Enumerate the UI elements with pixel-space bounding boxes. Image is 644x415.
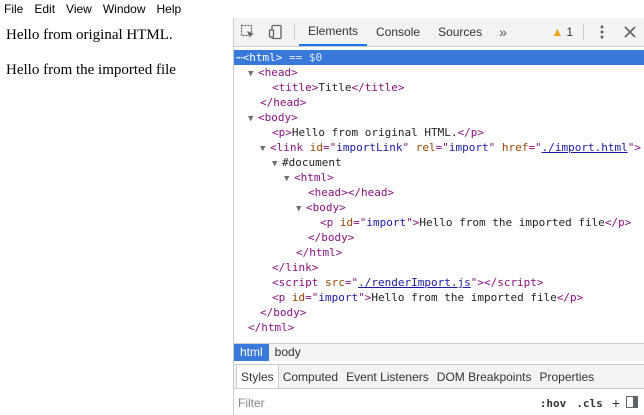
close-icon[interactable]: [616, 18, 644, 46]
page-paragraph-original: Hello from original HTML.: [6, 27, 173, 43]
tab-elements[interactable]: Elements: [299, 18, 368, 46]
tree-row-p-original[interactable]: <p>Hello from original HTML.</p>: [234, 125, 644, 140]
dom-tree: ⋯<html> == $0 ▼ <head> <title>Title</titl…: [234, 48, 644, 361]
toolbar-divider: [583, 24, 584, 40]
tab-console[interactable]: Console: [367, 18, 429, 46]
import-href-link[interactable]: ./import.html: [542, 141, 628, 154]
tree-row-import-html[interactable]: ▼ <html>: [234, 170, 644, 185]
tree-row-link[interactable]: ▼ <link id="importLink" rel="import" href…: [234, 140, 644, 155]
tab-sources[interactable]: Sources: [429, 18, 491, 46]
tab-event-listeners[interactable]: Event Listeners: [342, 365, 433, 388]
tab-dom-breakpoints[interactable]: DOM Breakpoints: [433, 365, 536, 388]
hov-toggle[interactable]: :hov: [535, 397, 572, 410]
device-toolbar-icon[interactable]: [262, 18, 290, 46]
styles-filter-input[interactable]: Filter: [234, 396, 535, 410]
styles-tabbar: Styles Computed Event Listeners DOM Brea…: [234, 364, 644, 389]
menu-help[interactable]: Help: [152, 0, 188, 18]
new-style-rule-icon[interactable]: +: [608, 395, 624, 411]
more-tabs-icon[interactable]: »: [491, 18, 515, 46]
tree-row-p-import[interactable]: <p id="import">Hello from the imported f…: [234, 290, 644, 305]
tree-row-body-close[interactable]: </body>: [234, 305, 644, 320]
crumb-body[interactable]: body: [269, 344, 307, 361]
warnings-counter[interactable]: ▲ 1: [545, 18, 579, 46]
page-paragraph-imported: Hello from the imported file: [6, 62, 176, 78]
tree-row-title[interactable]: <title>Title</title>: [234, 80, 644, 95]
cls-toggle[interactable]: .cls: [571, 397, 608, 410]
tab-computed[interactable]: Computed: [279, 365, 342, 388]
tab-styles[interactable]: Styles: [236, 365, 279, 388]
tab-properties[interactable]: Properties: [535, 365, 598, 388]
menu-file[interactable]: File: [0, 0, 29, 18]
tree-row-html-selected[interactable]: ⋯<html> == $0: [234, 50, 644, 65]
inspect-element-icon[interactable]: [234, 18, 262, 46]
computed-sidebar-icon[interactable]: [624, 395, 644, 411]
html-open-tag: <html>: [242, 51, 283, 64]
tree-row-import-body-close[interactable]: </body>: [234, 230, 644, 245]
tree-row-script[interactable]: <script src="./renderImport.js"></script…: [234, 275, 644, 290]
tree-row-import-p[interactable]: <p id="import">Hello from the imported f…: [234, 215, 644, 230]
styles-filter-bar: Filter :hov .cls +: [234, 391, 644, 415]
tree-row-body[interactable]: ▼ <body>: [234, 110, 644, 125]
page-viewport: Hello from original HTML. Hello from the…: [0, 18, 234, 415]
breadcrumb: html body: [234, 343, 644, 361]
devtools-toolbar: Elements Console Sources » ▲ 1: [234, 18, 644, 47]
warning-icon: ▲: [551, 25, 564, 39]
menu-window[interactable]: Window: [98, 0, 152, 18]
warning-count: 1: [566, 25, 573, 39]
menu-bar: File Edit View Window Help: [0, 0, 644, 18]
tree-row-document[interactable]: ▼ #document: [234, 155, 644, 170]
crumb-html[interactable]: html: [234, 344, 269, 361]
script-src-link[interactable]: ./renderImport.js: [358, 276, 471, 289]
selected-marker: == $0: [282, 51, 323, 64]
toolbar-divider: [294, 24, 295, 40]
menu-edit[interactable]: Edit: [29, 0, 61, 18]
tree-row-head-close[interactable]: </head>: [234, 95, 644, 110]
tree-row-head[interactable]: ▼ <head>: [234, 65, 644, 80]
tree-row-link-close[interactable]: </link>: [234, 260, 644, 275]
menu-view[interactable]: View: [61, 0, 98, 18]
tree-row-import-head[interactable]: <head></head>: [234, 185, 644, 200]
kebab-menu-icon[interactable]: [588, 18, 616, 46]
tree-row-import-html-close[interactable]: </html>: [234, 245, 644, 260]
devtools-panel: Elements Console Sources » ▲ 1 ⋯<html> =…: [234, 18, 644, 415]
tree-row-import-body[interactable]: ▼ <body>: [234, 200, 644, 215]
tree-row-html-close[interactable]: </html>: [234, 320, 644, 335]
